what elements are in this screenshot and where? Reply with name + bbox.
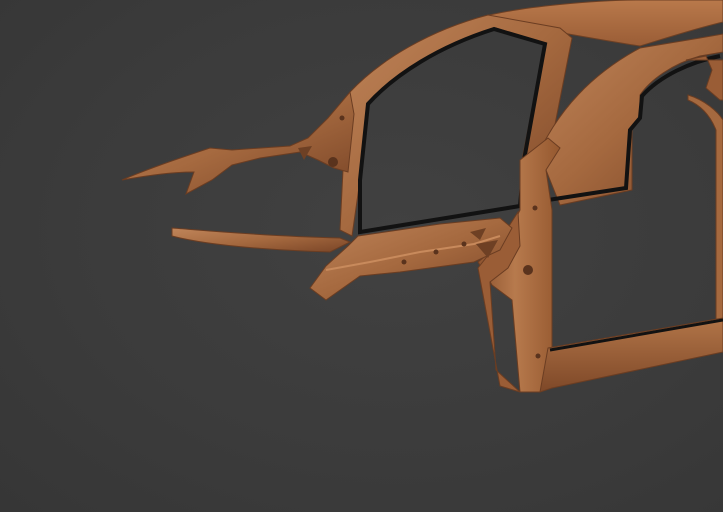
3d-viewport[interactable] bbox=[0, 0, 723, 512]
front-upper-rail bbox=[121, 90, 355, 196]
rear-door-frame bbox=[539, 33, 723, 321]
car-body-frame-model[interactable] bbox=[0, 0, 723, 512]
front-lower-rail bbox=[171, 227, 352, 253]
side-sill bbox=[539, 317, 723, 393]
